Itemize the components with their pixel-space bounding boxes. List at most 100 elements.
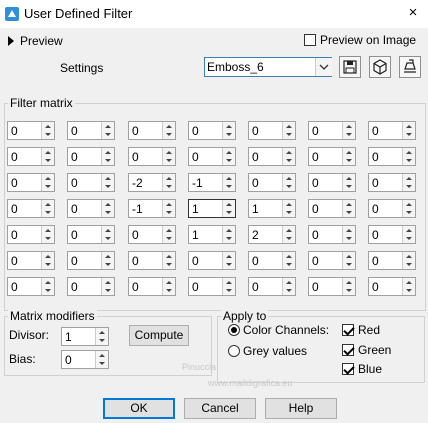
matrix-cell-r7c2[interactable]: 0 (67, 277, 115, 296)
increment-icon[interactable] (102, 122, 114, 130)
increment-icon[interactable] (283, 252, 295, 260)
matrix-cell-r1c3[interactable]: 0 (128, 121, 176, 140)
matrix-cell-r2c7[interactable]: 0 (368, 147, 416, 166)
increment-icon[interactable] (42, 200, 54, 208)
manage-presets-button[interactable] (399, 56, 421, 78)
increment-icon[interactable] (42, 174, 54, 182)
decrement-icon[interactable] (42, 287, 54, 295)
increment-icon[interactable] (403, 278, 415, 286)
decrement-icon[interactable] (223, 235, 235, 243)
matrix-cell-r2c1[interactable]: 0 (7, 147, 55, 166)
increment-icon[interactable] (343, 174, 355, 182)
decrement-icon[interactable] (283, 157, 295, 165)
matrix-cell-r2c4[interactable]: 0 (188, 147, 236, 166)
decrement-icon[interactable] (403, 183, 415, 191)
decrement-icon[interactable] (102, 235, 114, 243)
decrement-icon[interactable] (102, 287, 114, 295)
decrement-icon[interactable] (283, 261, 295, 269)
decrement-icon[interactable] (223, 261, 235, 269)
decrement-icon[interactable] (163, 131, 175, 139)
decrement-icon[interactable] (343, 183, 355, 191)
decrement-icon[interactable] (343, 261, 355, 269)
increment-icon[interactable] (343, 148, 355, 156)
increment-icon[interactable] (42, 278, 54, 286)
increment-icon[interactable] (42, 226, 54, 234)
increment-icon[interactable] (163, 252, 175, 260)
preview-toggle[interactable]: Preview (20, 34, 63, 48)
matrix-cell-r6c6[interactable]: 0 (308, 251, 356, 270)
decrement-icon[interactable] (343, 235, 355, 243)
decrement-icon[interactable] (42, 209, 54, 217)
matrix-cell-r3c3[interactable]: -2 (128, 173, 176, 192)
matrix-cell-r7c1[interactable]: 0 (7, 277, 55, 296)
matrix-cell-r6c5[interactable]: 0 (248, 251, 296, 270)
matrix-cell-r1c4[interactable]: 0 (188, 121, 236, 140)
increment-icon[interactable] (102, 174, 114, 182)
green-checkbox[interactable] (342, 344, 354, 356)
increment-icon[interactable] (283, 148, 295, 156)
decrement-icon[interactable] (343, 157, 355, 165)
increment-icon[interactable] (283, 200, 295, 208)
decrement-icon[interactable] (42, 183, 54, 191)
matrix-cell-r2c5[interactable]: 0 (248, 147, 296, 166)
decrement-icon[interactable] (163, 235, 175, 243)
matrix-cell-r7c3[interactable]: 0 (128, 277, 176, 296)
increment-icon[interactable] (223, 200, 235, 208)
decrement-icon[interactable] (42, 261, 54, 269)
increment-icon[interactable] (223, 278, 235, 286)
increment-icon[interactable] (163, 148, 175, 156)
matrix-cell-r3c6[interactable]: 0 (308, 173, 356, 192)
matrix-cell-r4c4[interactable]: 1 (188, 199, 236, 218)
matrix-cell-r4c2[interactable]: 0 (67, 199, 115, 218)
matrix-cell-r5c6[interactable]: 0 (308, 225, 356, 244)
matrix-cell-r5c1[interactable]: 0 (7, 225, 55, 244)
increment-icon[interactable] (42, 148, 54, 156)
increment-icon[interactable] (96, 328, 108, 336)
increment-icon[interactable] (223, 174, 235, 182)
decrement-icon[interactable] (283, 131, 295, 139)
matrix-cell-r1c1[interactable]: 0 (7, 121, 55, 140)
increment-icon[interactable] (283, 174, 295, 182)
matrix-cell-r6c4[interactable]: 0 (188, 251, 236, 270)
increment-icon[interactable] (223, 226, 235, 234)
decrement-icon[interactable] (42, 235, 54, 243)
matrix-cell-r3c1[interactable]: 0 (7, 173, 55, 192)
help-button[interactable]: Help (265, 398, 337, 419)
decrement-icon[interactable] (403, 261, 415, 269)
matrix-cell-r6c2[interactable]: 0 (67, 251, 115, 270)
matrix-cell-r2c2[interactable]: 0 (67, 147, 115, 166)
decrement-icon[interactable] (403, 235, 415, 243)
increment-icon[interactable] (283, 278, 295, 286)
compute-button[interactable]: Compute (129, 325, 189, 346)
matrix-cell-r4c7[interactable]: 0 (368, 199, 416, 218)
decrement-icon[interactable] (223, 157, 235, 165)
increment-icon[interactable] (96, 351, 108, 359)
decrement-icon[interactable] (283, 183, 295, 191)
increment-icon[interactable] (403, 122, 415, 130)
decrement-icon[interactable] (163, 261, 175, 269)
decrement-icon[interactable] (102, 209, 114, 217)
increment-icon[interactable] (403, 174, 415, 182)
grey-values-radio[interactable] (228, 345, 240, 357)
increment-icon[interactable] (343, 252, 355, 260)
matrix-cell-r3c2[interactable]: 0 (67, 173, 115, 192)
decrement-icon[interactable] (343, 287, 355, 295)
increment-icon[interactable] (403, 148, 415, 156)
red-checkbox[interactable] (342, 324, 354, 336)
increment-icon[interactable] (102, 148, 114, 156)
matrix-cell-r5c4[interactable]: 1 (188, 225, 236, 244)
matrix-cell-r6c3[interactable]: 0 (128, 251, 176, 270)
increment-icon[interactable] (163, 226, 175, 234)
increment-icon[interactable] (102, 278, 114, 286)
increment-icon[interactable] (163, 200, 175, 208)
blue-checkbox[interactable] (342, 363, 354, 375)
decrement-icon[interactable] (283, 235, 295, 243)
preview-on-image-checkbox[interactable] (304, 34, 316, 46)
decrement-icon[interactable] (96, 360, 108, 368)
matrix-cell-r6c7[interactable]: 0 (368, 251, 416, 270)
matrix-cell-r4c5[interactable]: 1 (248, 199, 296, 218)
decrement-icon[interactable] (223, 209, 235, 217)
matrix-cell-r1c6[interactable]: 0 (308, 121, 356, 140)
increment-icon[interactable] (283, 122, 295, 130)
increment-icon[interactable] (343, 200, 355, 208)
